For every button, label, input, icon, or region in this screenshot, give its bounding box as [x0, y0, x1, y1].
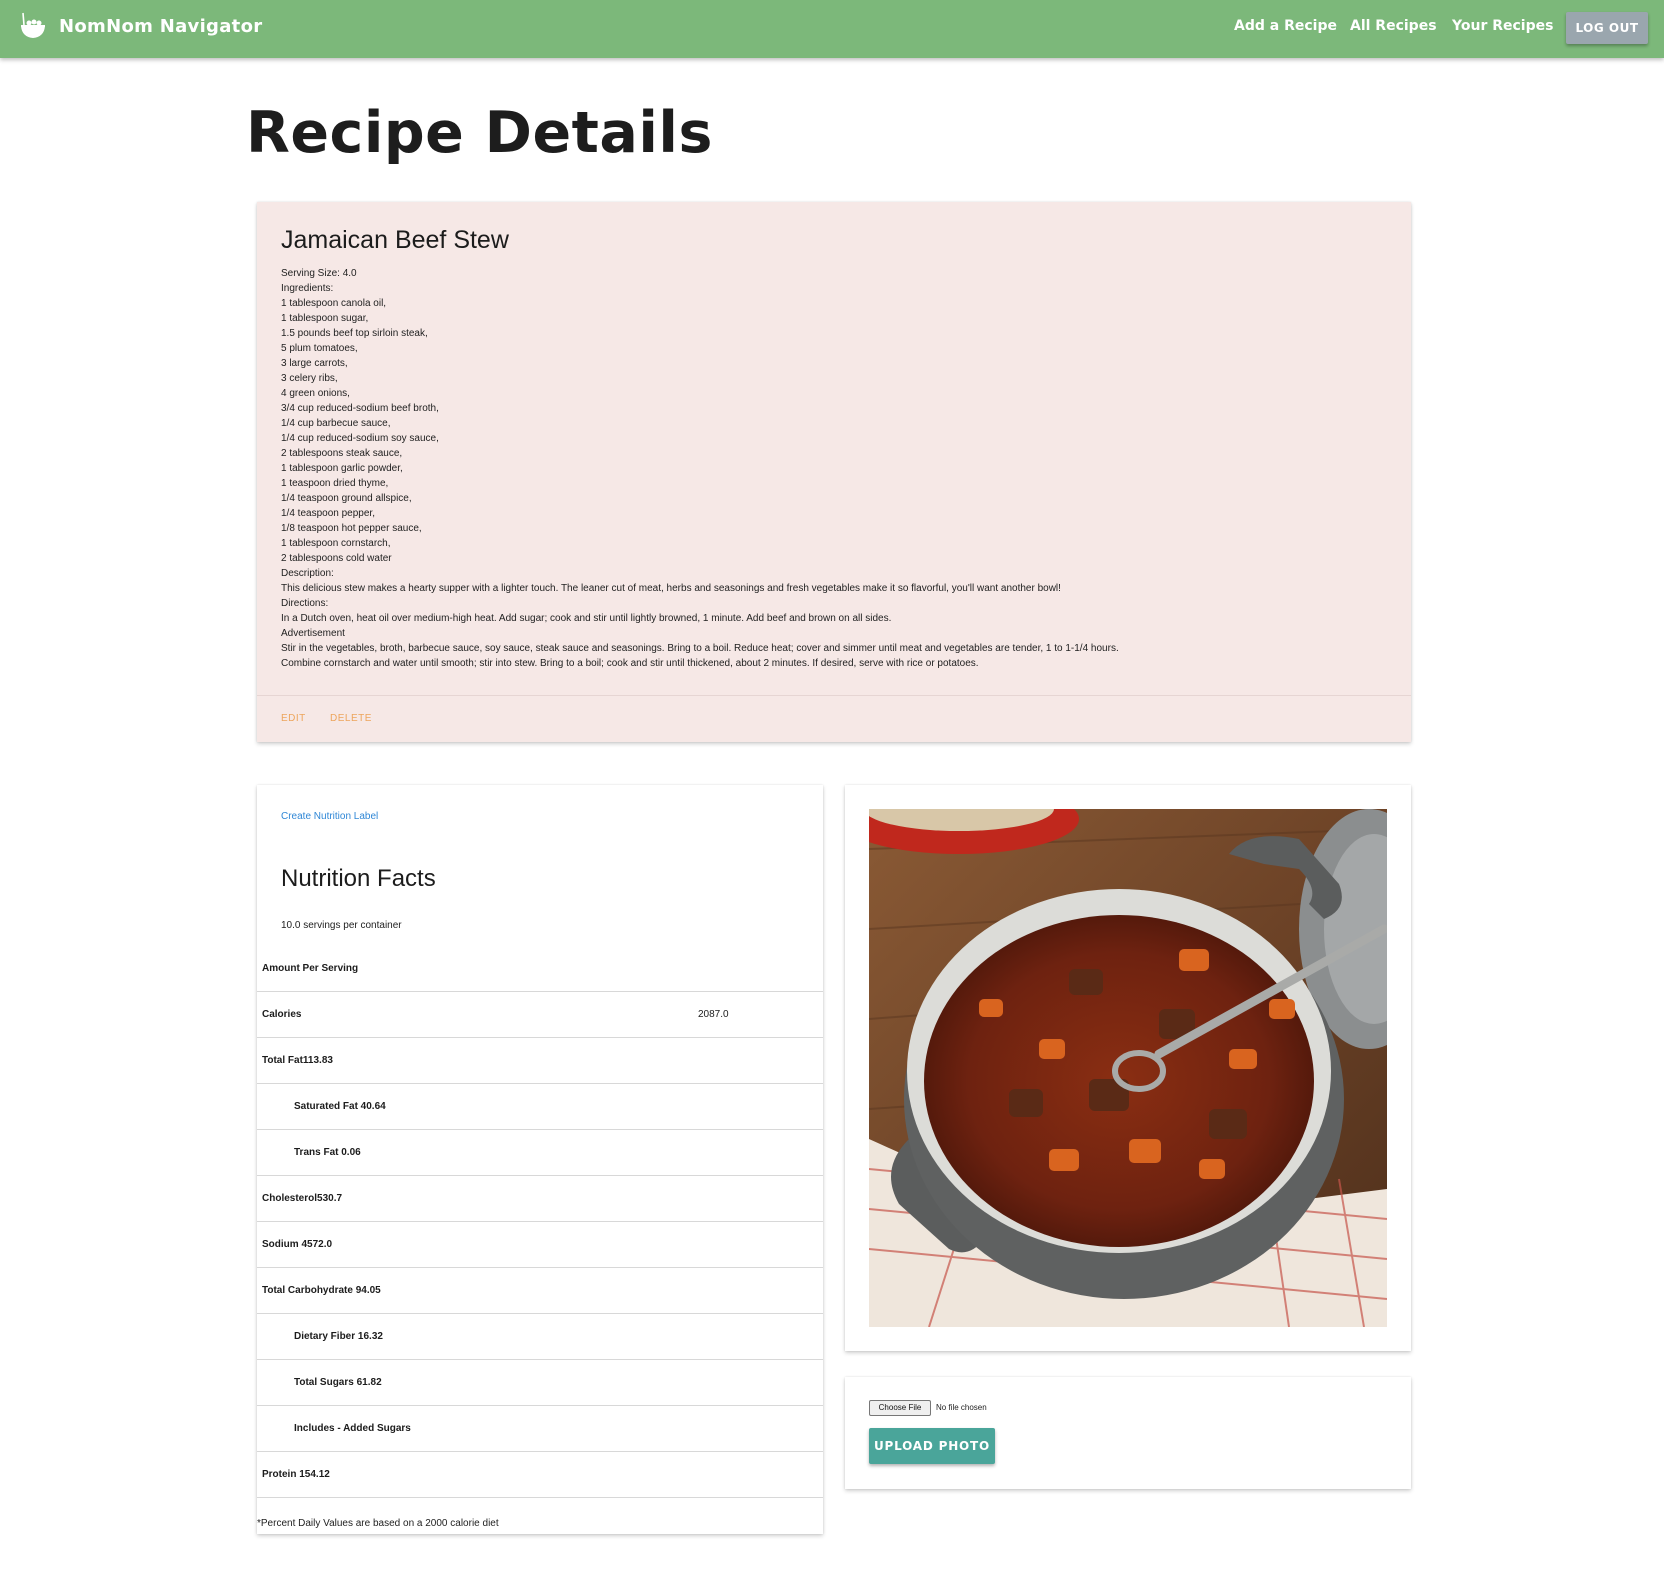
recipe-line: Serving Size: 4.0	[281, 268, 357, 279]
nutrition-row-label: Trans Fat 0.06	[294, 1147, 361, 1158]
nutrition-row-label: Amount Per Serving	[262, 963, 359, 974]
nutrition-card: Create Nutrition Label Nutrition Facts 1…	[257, 785, 823, 1534]
upload-photo-button[interactable]: UPLOAD PHOTO	[869, 1428, 995, 1464]
daily-values-footnote: *Percent Daily Values are based on a 200…	[257, 1518, 499, 1529]
servings-per-container: 10.0 servings per container	[281, 920, 402, 931]
nutrition-row: Total Carbohydrate 94.05	[257, 1267, 823, 1314]
recipe-line: Stir in the vegetables, broth, barbecue …	[281, 643, 1119, 654]
nav-add-recipe[interactable]: Add a Recipe	[1234, 18, 1337, 34]
nutrition-row: Includes - Added Sugars	[257, 1405, 823, 1452]
navbar: NomNom Navigator Add a Recipe All Recipe…	[0, 0, 1664, 58]
recipe-line: 1/8 teaspoon hot pepper sauce,	[281, 523, 422, 534]
recipe-line: This delicious stew makes a hearty suppe…	[281, 583, 1061, 594]
recipe-line: 1/4 teaspoon pepper,	[281, 508, 375, 519]
nutrition-row: Cholesterol530.7	[257, 1175, 823, 1222]
delete-button[interactable]: DELETE	[330, 713, 372, 724]
logout-button[interactable]: LOG OUT	[1566, 12, 1648, 44]
nutrition-row: Total Sugars 61.82	[257, 1359, 823, 1406]
card-divider	[257, 695, 1411, 696]
recipe-line: 1 tablespoon sugar,	[281, 313, 369, 324]
recipe-photo	[869, 809, 1387, 1327]
nutrition-row-label: Cholesterol530.7	[262, 1193, 343, 1204]
recipe-line: 1 tablespoon canola oil,	[281, 298, 387, 309]
recipe-line: Combine cornstarch and water until smoot…	[281, 658, 979, 669]
recipe-line: 1.5 pounds beef top sirloin steak,	[281, 328, 428, 339]
upload-card: Choose File No file chosen UPLOAD PHOTO	[845, 1377, 1411, 1489]
recipe-line: 3 celery ribs,	[281, 373, 338, 384]
recipe-line: 1 teaspoon dried thyme,	[281, 478, 389, 489]
recipe-name: Jamaican Beef Stew	[281, 226, 509, 254]
nutrition-row-label: Total Fat113.83	[262, 1055, 333, 1066]
edit-button[interactable]: EDIT	[281, 713, 306, 724]
recipe-line: 5 plum tomatoes,	[281, 343, 358, 354]
nav-all-recipes[interactable]: All Recipes	[1350, 18, 1437, 34]
nutrition-row-value: 2087.0	[698, 1009, 729, 1020]
page-title: Recipe Details	[246, 100, 713, 166]
recipe-line: 3/4 cup reduced-sodium beef broth,	[281, 403, 439, 414]
recipe-line: In a Dutch oven, heat oil over medium-hi…	[281, 613, 892, 624]
nav-your-recipes[interactable]: Your Recipes	[1452, 18, 1553, 34]
nutrition-row-label: Saturated Fat 40.64	[294, 1101, 386, 1112]
recipe-details: Serving Size: 4.0 Ingredients: 1 tablespoo…	[281, 266, 1391, 671]
recipe-line: Description:	[281, 568, 334, 579]
brand-name[interactable]: NomNom Navigator	[59, 16, 262, 37]
nutrition-row: Sodium 4572.0	[257, 1221, 823, 1268]
nutrition-row-label: Total Carbohydrate 94.05	[262, 1285, 381, 1296]
nutrition-row-label: Sodium 4572.0	[262, 1239, 333, 1250]
recipe-line: 1/4 teaspoon ground allspice,	[281, 493, 412, 504]
nutrition-row: Saturated Fat 40.64	[257, 1083, 823, 1130]
recipe-line: 4 green onions,	[281, 388, 350, 399]
nutrition-row-label: Total Sugars 61.82	[294, 1377, 382, 1388]
nutrition-row: Total Fat113.83	[257, 1037, 823, 1084]
nutrition-facts-title: Nutrition Facts	[281, 865, 436, 892]
nutrition-row: Dietary Fiber 16.32	[257, 1313, 823, 1360]
recipe-line: 1 tablespoon garlic powder,	[281, 463, 403, 474]
nutrition-row: Trans Fat 0.06	[257, 1129, 823, 1176]
nutrition-row: Amount Per Serving	[257, 945, 823, 992]
nutrition-row-label: Protein 154.12	[262, 1469, 330, 1480]
recipe-line: Advertisement	[281, 628, 345, 639]
file-status: No file chosen	[936, 1403, 987, 1412]
create-nutrition-label-link[interactable]: Create Nutrition Label	[281, 811, 378, 822]
stew-pot-image	[869, 809, 1387, 1327]
recipe-line: 1/4 cup barbecue sauce,	[281, 418, 391, 429]
choose-file-button[interactable]: Choose File	[869, 1400, 931, 1416]
recipe-card: Jamaican Beef Stew Serving Size: 4.0 Ingr…	[257, 202, 1411, 742]
recipe-line: Ingredients:	[281, 283, 334, 294]
recipe-line: Directions:	[281, 598, 329, 609]
bowl-logo-icon[interactable]	[18, 11, 48, 41]
photo-card	[845, 785, 1411, 1351]
nutrition-row: Calories 2087.0	[257, 991, 823, 1038]
recipe-line: 1/4 cup reduced-sodium soy sauce,	[281, 433, 439, 444]
nutrition-row: Protein 154.12	[257, 1451, 823, 1498]
recipe-line: 3 large carrots,	[281, 358, 348, 369]
recipe-line: 2 tablespoons cold water	[281, 553, 392, 564]
nutrition-row-label: Dietary Fiber 16.32	[294, 1331, 383, 1342]
nutrition-row-label: Calories	[262, 1009, 302, 1020]
recipe-line: 2 tablespoons steak sauce,	[281, 448, 403, 459]
nutrition-row-label: Includes - Added Sugars	[294, 1423, 411, 1434]
recipe-line: 1 tablespoon cornstarch,	[281, 538, 391, 549]
